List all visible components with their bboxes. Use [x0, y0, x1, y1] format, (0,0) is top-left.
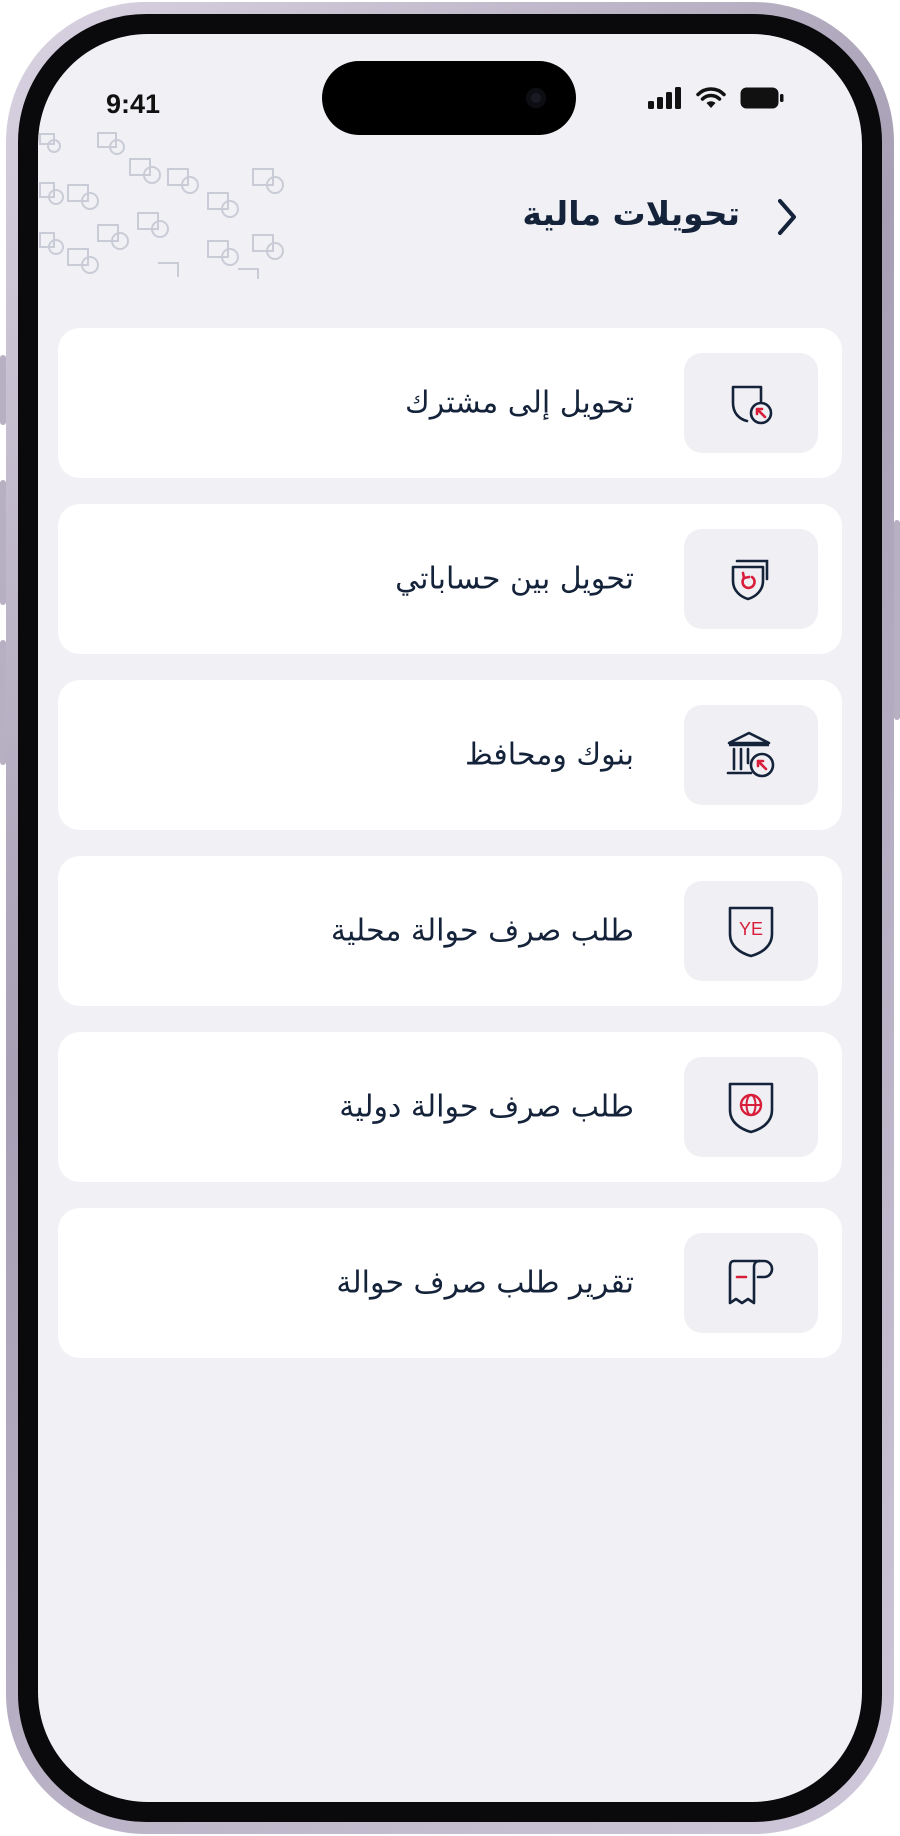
header: تحويلات مالية — [38, 182, 862, 252]
side-button — [894, 520, 900, 720]
side-button — [0, 480, 6, 605]
status-time: 9:41 — [106, 89, 161, 119]
ye-badge-text: YE — [739, 919, 763, 939]
dynamic-island — [322, 61, 576, 135]
icon-box — [684, 1057, 818, 1157]
camera-icon — [526, 88, 546, 108]
chevron-right-icon — [778, 199, 796, 235]
menu-item-label: تقرير طلب صرف حوالة — [336, 1265, 634, 1301]
icon-box — [684, 1233, 818, 1333]
menu-item-transfer-between-accounts[interactable]: تحويل بين حساباتي — [58, 504, 842, 654]
menu-item-local-remittance[interactable]: YE طلب صرف حوالة محلية — [58, 856, 842, 1006]
battery-icon — [740, 87, 784, 109]
menu-item-remittance-report[interactable]: تقرير طلب صرف حوالة — [58, 1208, 842, 1358]
app-screen: 9:41 تحويلات مالية تحويل إلى مشترك تحويل… — [38, 34, 862, 1802]
menu-item-label: طلب صرف حوالة محلية — [330, 913, 634, 949]
menu-item-label: تحويل بين حساباتي — [395, 561, 634, 597]
page-title: تحويلات مالية — [522, 194, 740, 233]
shield-transfer-arrow-icon — [731, 385, 773, 425]
menu-item-label: بنوك ومحافظ — [464, 737, 634, 773]
icon-box — [684, 529, 818, 629]
bottom-frame-detail — [377, 1826, 527, 1830]
bank-arrow-icon — [726, 731, 775, 778]
status-icons — [648, 87, 784, 109]
shield-globe-icon — [728, 1082, 774, 1134]
side-button — [0, 640, 6, 765]
side-button — [0, 355, 6, 425]
back-button[interactable] — [760, 190, 814, 244]
shield-ye-icon: YE — [728, 906, 774, 958]
signal-icon — [648, 87, 681, 109]
transfer-menu-list: تحويل إلى مشترك تحويل بين حساباتي بنوك و… — [58, 328, 842, 1384]
icon-box: YE — [684, 881, 818, 981]
menu-item-banks-and-wallets[interactable]: بنوك ومحافظ — [58, 680, 842, 830]
icon-box — [684, 353, 818, 453]
menu-item-label: تحويل إلى مشترك — [405, 385, 634, 421]
receipt-report-icon — [728, 1259, 774, 1305]
icon-box — [684, 705, 818, 805]
menu-item-international-remittance[interactable]: طلب صرف حوالة دولية — [58, 1032, 842, 1182]
wifi-icon — [696, 87, 726, 108]
shield-refresh-icon — [731, 559, 769, 601]
menu-item-label: طلب صرف حوالة دولية — [339, 1089, 634, 1125]
menu-item-transfer-to-subscriber[interactable]: تحويل إلى مشترك — [58, 328, 842, 478]
